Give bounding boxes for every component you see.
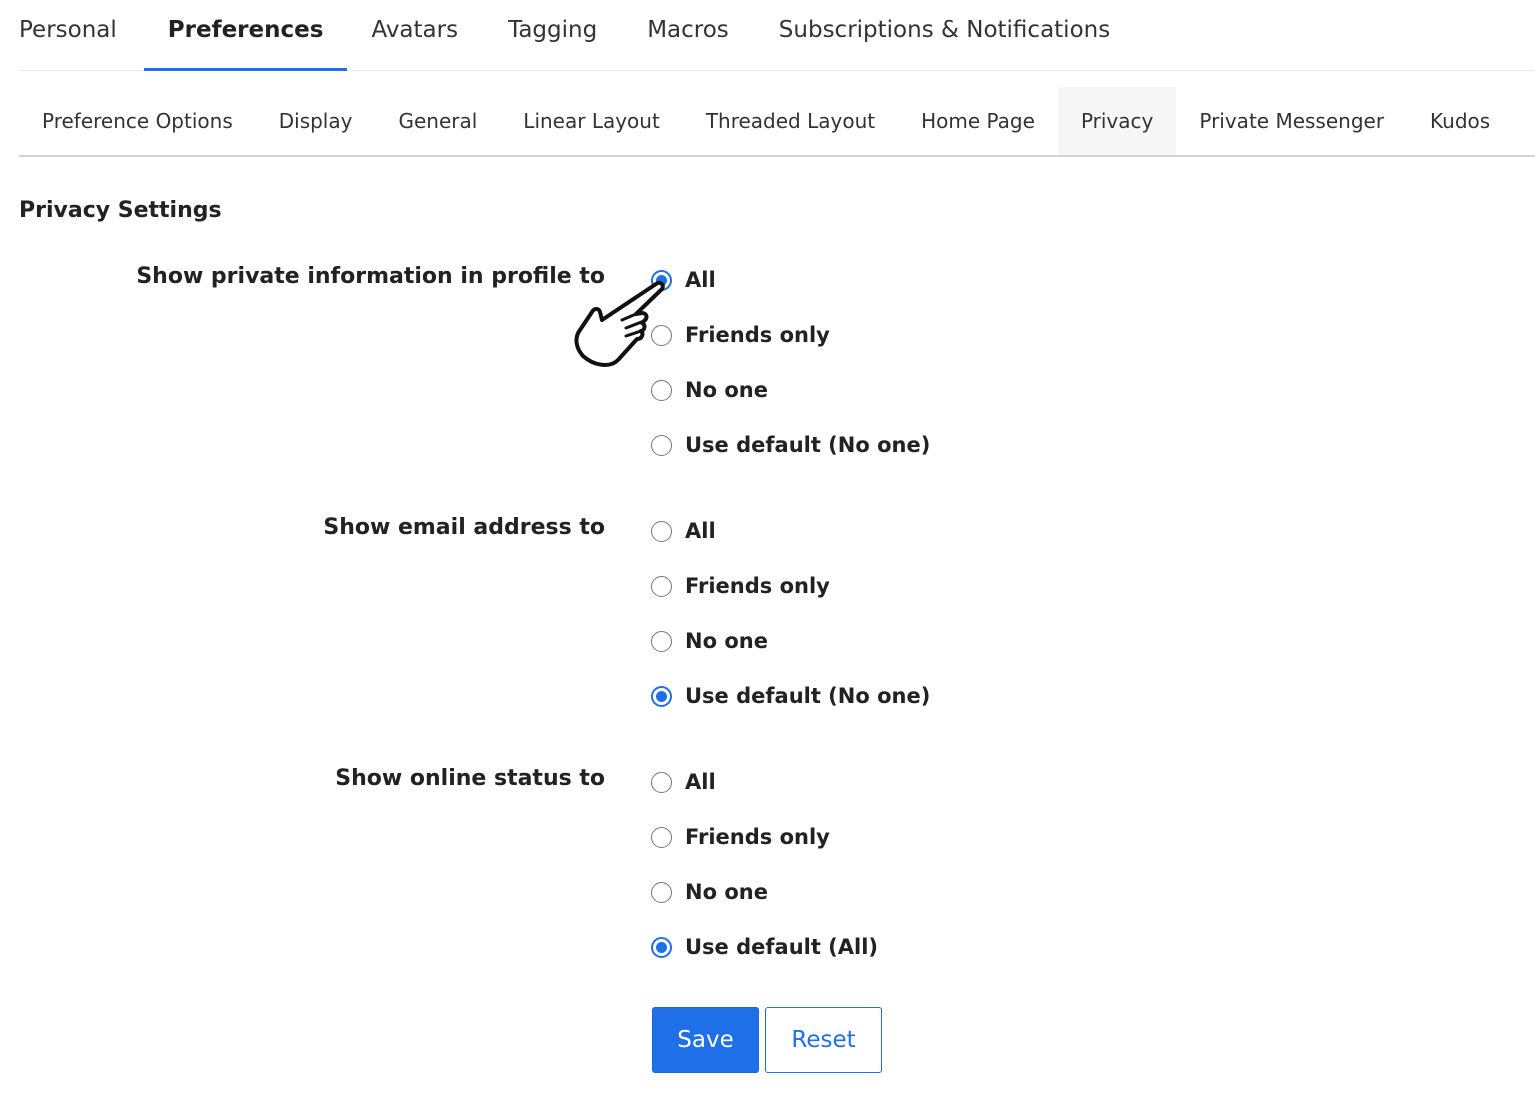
- radio-online-no-one[interactable]: No one: [651, 877, 768, 907]
- subtab-general[interactable]: General: [375, 87, 500, 155]
- radio-private-info-friends-only[interactable]: Friends only: [651, 320, 830, 350]
- radio-button[interactable]: [651, 936, 672, 958]
- radio-button[interactable]: [651, 826, 672, 848]
- radio-button[interactable]: [651, 630, 672, 652]
- radio-private-info-use-default[interactable]: Use default (No one): [651, 430, 930, 460]
- radio-label: No one: [685, 880, 768, 904]
- tab-subscriptions-notifications[interactable]: Subscriptions & Notifications: [779, 0, 1110, 70]
- radio-label: Use default (No one): [685, 684, 931, 708]
- radio-email-use-default[interactable]: Use default (No one): [651, 681, 930, 711]
- radio-email-all[interactable]: All: [651, 516, 716, 546]
- radio-button[interactable]: [651, 771, 672, 793]
- setting-label-email: Show email address to: [323, 515, 605, 540]
- radio-email-friends-only[interactable]: Friends only: [651, 571, 830, 601]
- radio-email-no-one[interactable]: No one: [651, 626, 768, 656]
- radio-private-info-all[interactable]: All: [651, 265, 716, 295]
- radio-online-use-default[interactable]: Use default (All): [651, 932, 878, 962]
- radio-button[interactable]: [651, 881, 672, 903]
- radio-label: Friends only: [685, 825, 830, 849]
- radio-private-info-no-one[interactable]: No one: [651, 375, 768, 405]
- radio-button[interactable]: [651, 379, 672, 401]
- setting-label-private-info: Show private information in profile to: [136, 264, 605, 289]
- tab-preferences[interactable]: Preferences: [143, 0, 348, 71]
- radio-label: All: [685, 519, 716, 543]
- tab-avatars[interactable]: Avatars: [371, 0, 458, 70]
- save-button[interactable]: Save: [652, 1007, 759, 1073]
- radio-label: All: [685, 770, 716, 794]
- subtab-threaded-layout[interactable]: Threaded Layout: [683, 87, 898, 155]
- radio-label: No one: [685, 378, 768, 402]
- radio-label: No one: [685, 629, 768, 653]
- subtab-display[interactable]: Display: [256, 87, 376, 155]
- top-tab-bar: Personal Preferences Avatars Tagging Mac…: [19, 0, 1535, 71]
- subtab-privacy[interactable]: Privacy: [1057, 87, 1177, 155]
- radio-label: All: [685, 268, 716, 292]
- radio-label: Friends only: [685, 323, 830, 347]
- section-title: Privacy Settings: [19, 198, 222, 223]
- subtab-private-messenger[interactable]: Private Messenger: [1176, 87, 1407, 155]
- radio-button[interactable]: [651, 575, 672, 597]
- radio-online-friends-only[interactable]: Friends only: [651, 822, 830, 852]
- tab-macros[interactable]: Macros: [647, 0, 729, 70]
- radio-button[interactable]: [651, 434, 672, 456]
- tab-tagging[interactable]: Tagging: [508, 0, 597, 70]
- subtab-home-page[interactable]: Home Page: [898, 87, 1058, 155]
- radio-button[interactable]: [651, 269, 672, 291]
- subtab-linear-layout[interactable]: Linear Layout: [500, 87, 683, 155]
- subtab-kudos[interactable]: Kudos: [1407, 87, 1513, 155]
- sub-tab-bar: Preference Options Display General Linea…: [19, 87, 1535, 157]
- radio-button[interactable]: [651, 520, 672, 542]
- reset-button[interactable]: Reset: [765, 1007, 882, 1073]
- radio-label: Friends only: [685, 574, 830, 598]
- radio-label: Use default (No one): [685, 433, 931, 457]
- radio-button[interactable]: [651, 685, 672, 707]
- radio-button[interactable]: [651, 324, 672, 346]
- subtab-preference-options[interactable]: Preference Options: [19, 87, 256, 155]
- setting-label-online-status: Show online status to: [335, 766, 605, 791]
- preferences-page: Personal Preferences Avatars Tagging Mac…: [0, 0, 1535, 1096]
- radio-label: Use default (All): [685, 935, 879, 959]
- tab-personal[interactable]: Personal: [19, 0, 117, 70]
- radio-online-all[interactable]: All: [651, 767, 716, 797]
